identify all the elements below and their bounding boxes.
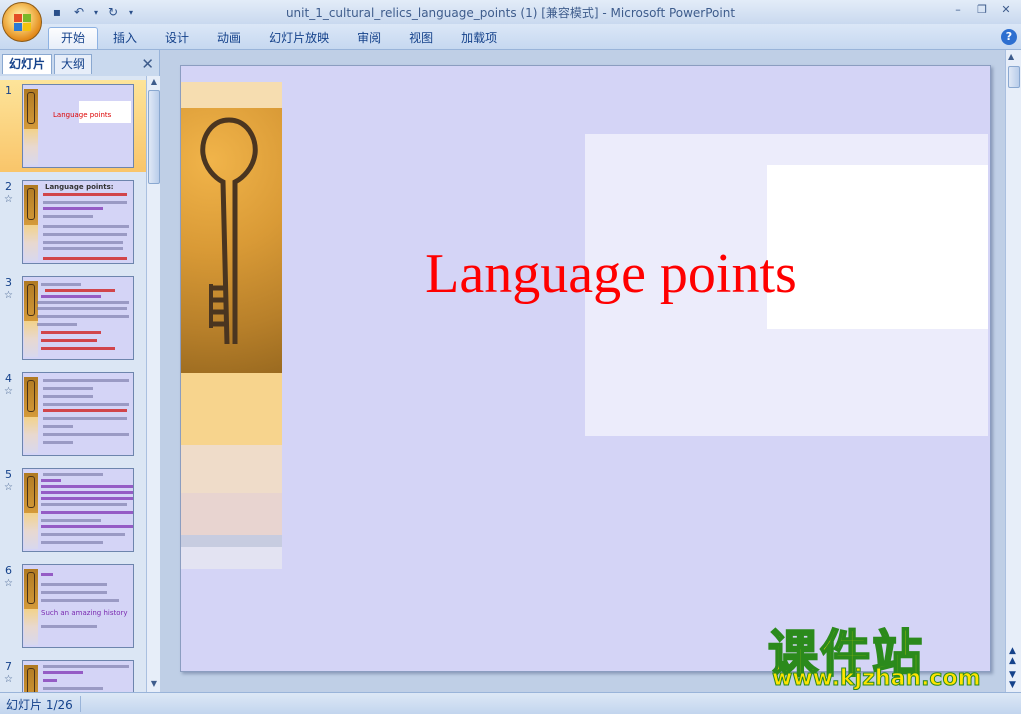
restore-icon[interactable]: ❐ xyxy=(971,3,993,19)
thumbnail-number: 4 xyxy=(5,372,12,385)
tab-outline[interactable]: 大纲 xyxy=(54,54,93,74)
antique-key-image xyxy=(181,108,282,373)
thumbnail-title: Language points: xyxy=(45,183,114,191)
thumbnail-list: 1 Language points 2 ☆ Language points: 3… xyxy=(0,76,146,692)
tab-view[interactable]: 视图 xyxy=(396,27,446,49)
animation-star-icon: ☆ xyxy=(4,578,13,589)
slides-panel: 幻灯片 大纲 ✕ 1 Language points 2 ☆ Language … xyxy=(0,50,160,692)
title-bar: ▪ ↶ ▾ ↻ ▾ unit_1_cultural_relics_languag… xyxy=(0,0,1021,24)
scroll-up-icon[interactable]: ▲ xyxy=(148,77,160,89)
scroll-down-icon[interactable]: ▼ xyxy=(148,679,160,691)
thumbnail-2[interactable]: 2 ☆ Language points: xyxy=(0,176,146,268)
slide-indicator: 幻灯片 1/26 xyxy=(6,698,73,712)
thumbnail-1[interactable]: 1 Language points xyxy=(0,80,146,172)
help-icon[interactable]: ? xyxy=(1001,29,1017,45)
thumbnail-number: 1 xyxy=(5,84,12,97)
tab-slideshow[interactable]: 幻灯片放映 xyxy=(256,27,342,49)
thumbnail-title: Such an amazing history xyxy=(41,609,128,617)
thumbnail-5[interactable]: 5 ☆ xyxy=(0,464,146,556)
office-logo-icon xyxy=(14,14,32,32)
previous-slide-icon[interactable]: ▲ ▲ xyxy=(1009,646,1016,666)
thumbnail-slide xyxy=(22,468,134,552)
thumbnail-number: 2 xyxy=(5,180,12,193)
thumbnail-slide xyxy=(22,660,134,692)
status-divider xyxy=(80,696,81,712)
animation-star-icon: ☆ xyxy=(4,386,13,397)
scrollbar-thumb[interactable] xyxy=(1008,66,1020,88)
tab-home[interactable]: 开始 xyxy=(48,27,99,49)
animation-star-icon: ☆ xyxy=(4,674,13,685)
watermark: 课件站 www.kjzhan.com xyxy=(767,614,1000,692)
animation-star-icon: ☆ xyxy=(4,290,13,301)
animation-star-icon: ☆ xyxy=(4,194,13,205)
thumbnail-number: 6 xyxy=(5,564,12,577)
close-panel-icon[interactable]: ✕ xyxy=(141,55,154,73)
slide-title[interactable]: Language points xyxy=(341,242,881,306)
next-slide-icon[interactable]: ▼ ▼ xyxy=(1009,670,1016,690)
tab-review[interactable]: 审阅 xyxy=(344,27,394,49)
tab-design[interactable]: 设计 xyxy=(152,27,202,49)
thumbnail-slide: Language points: xyxy=(22,180,134,264)
tab-insert[interactable]: 插入 xyxy=(100,27,150,49)
thumbnail-7[interactable]: 7 ☆ xyxy=(0,656,146,692)
scrollbar-thumb[interactable] xyxy=(148,90,160,184)
office-button[interactable] xyxy=(2,2,42,42)
current-slide[interactable]: Language points xyxy=(180,65,991,672)
ribbon: 开始 插入 设计 动画 幻灯片放映 审阅 视图 加载项 ? xyxy=(0,24,1021,50)
thumbnail-3[interactable]: 3 ☆ xyxy=(0,272,146,364)
watermark-url: www.kjzhan.com xyxy=(772,666,982,692)
thumbnail-slide xyxy=(22,372,134,456)
thumbnail-number: 5 xyxy=(5,468,12,481)
animation-star-icon: ☆ xyxy=(4,482,13,493)
slide-scrollbar[interactable]: ▲ ▲ ▲ ▼ ▼ xyxy=(1005,50,1021,692)
status-bar: 幻灯片 1/26 xyxy=(0,692,1021,714)
tab-slides[interactable]: 幻灯片 xyxy=(2,54,53,74)
ribbon-tabs: 开始 插入 设计 动画 幻灯片放映 审阅 视图 加载项 xyxy=(48,27,510,49)
minimize-icon[interactable]: – xyxy=(947,3,969,19)
thumbnail-6[interactable]: 6 ☆ Such an amazing history xyxy=(0,560,146,652)
thumbnail-4[interactable]: 4 ☆ xyxy=(0,368,146,460)
tab-addins[interactable]: 加载项 xyxy=(448,27,510,49)
scroll-up-icon[interactable]: ▲ xyxy=(1008,52,1014,61)
thumbnail-number: 7 xyxy=(5,660,12,673)
thumbnail-scrollbar[interactable]: ▲ ▼ xyxy=(146,76,160,692)
window-controls: – ❐ ✕ xyxy=(947,3,1017,19)
slide-editor: Language points ▲ ▲ ▲ ▼ ▼ xyxy=(161,50,1021,692)
thumbnail-slide xyxy=(22,276,134,360)
thumbnail-title: Language points xyxy=(53,111,112,119)
window-title: unit_1_cultural_relics_language_points (… xyxy=(285,6,736,20)
close-window-icon[interactable]: ✕ xyxy=(995,3,1017,19)
thumbnail-number: 3 xyxy=(5,276,12,289)
panel-tabs: 幻灯片 大纲 ✕ xyxy=(0,52,160,74)
tab-animations[interactable]: 动画 xyxy=(204,27,254,49)
thumbnail-slide: Language points xyxy=(22,84,134,168)
thumbnail-slide: Such an amazing history xyxy=(22,564,134,648)
